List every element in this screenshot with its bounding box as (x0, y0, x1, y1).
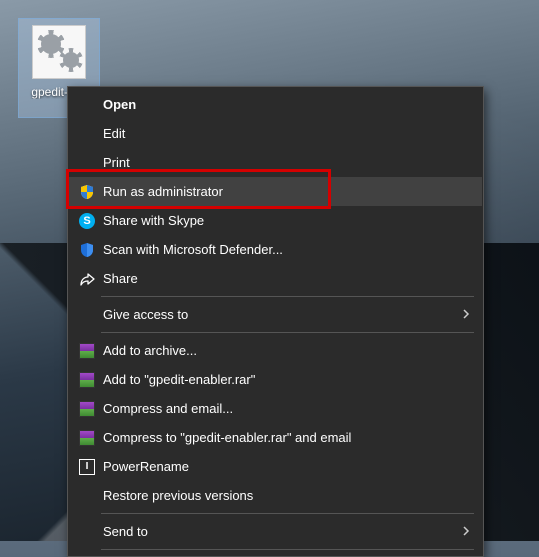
defender-shield-icon (75, 240, 99, 260)
menu-restore-previous-versions[interactable]: Restore previous versions (69, 481, 482, 510)
menu-share-with-skype-label: Share with Skype (99, 213, 470, 228)
menu-separator (101, 513, 474, 514)
winrar-icon (75, 399, 99, 419)
menu-open[interactable]: Open (69, 90, 482, 119)
menu-scan-defender[interactable]: Scan with Microsoft Defender... (69, 235, 482, 264)
skype-icon: S (75, 211, 99, 231)
chevron-right-icon (458, 307, 470, 322)
menu-add-to-archive[interactable]: Add to archive... (69, 336, 482, 365)
menu-send-to[interactable]: Send to (69, 517, 482, 546)
menu-send-to-label: Send to (99, 524, 458, 539)
menu-compress-named-and-email[interactable]: Compress to "gpedit-enabler.rar" and ema… (69, 423, 482, 452)
uac-shield-icon (75, 182, 99, 202)
menu-compress-named-and-email-label: Compress to "gpedit-enabler.rar" and ema… (99, 430, 470, 445)
batch-file-icon (32, 25, 86, 79)
menu-separator (101, 549, 474, 550)
menu-run-as-administrator[interactable]: Run as administrator (69, 177, 482, 206)
menu-power-rename[interactable]: I PowerRename (69, 452, 482, 481)
menu-share[interactable]: Share (69, 264, 482, 293)
menu-share-with-skype[interactable]: S Share with Skype (69, 206, 482, 235)
menu-give-access-to[interactable]: Give access to (69, 300, 482, 329)
menu-open-label: Open (99, 97, 470, 112)
menu-add-to-archive-label: Add to archive... (99, 343, 470, 358)
menu-compress-and-email-label: Compress and email... (99, 401, 470, 416)
menu-power-rename-label: PowerRename (99, 459, 470, 474)
menu-share-label: Share (99, 271, 470, 286)
menu-run-as-administrator-label: Run as administrator (99, 184, 470, 199)
menu-restore-previous-versions-label: Restore previous versions (99, 488, 470, 503)
menu-compress-and-email[interactable]: Compress and email... (69, 394, 482, 423)
winrar-icon (75, 428, 99, 448)
menu-edit[interactable]: Edit (69, 119, 482, 148)
blank-icon (75, 305, 99, 325)
menu-print-label: Print (99, 155, 470, 170)
blank-icon (75, 486, 99, 506)
context-menu: Open Edit Print Run as administrator S (67, 86, 484, 557)
blank-icon (75, 95, 99, 115)
powerrename-icon: I (75, 457, 99, 477)
winrar-icon (75, 370, 99, 390)
blank-icon (75, 153, 99, 173)
menu-add-to-named-rar[interactable]: Add to "gpedit-enabler.rar" (69, 365, 482, 394)
blank-icon (75, 124, 99, 144)
chevron-right-icon (458, 524, 470, 539)
share-arrow-icon (75, 269, 99, 289)
menu-edit-label: Edit (99, 126, 470, 141)
menu-separator (101, 296, 474, 297)
blank-icon (75, 522, 99, 542)
menu-print[interactable]: Print (69, 148, 482, 177)
menu-add-to-named-rar-label: Add to "gpedit-enabler.rar" (99, 372, 470, 387)
menu-give-access-to-label: Give access to (99, 307, 458, 322)
winrar-icon (75, 341, 99, 361)
menu-separator (101, 332, 474, 333)
menu-scan-defender-label: Scan with Microsoft Defender... (99, 242, 470, 257)
